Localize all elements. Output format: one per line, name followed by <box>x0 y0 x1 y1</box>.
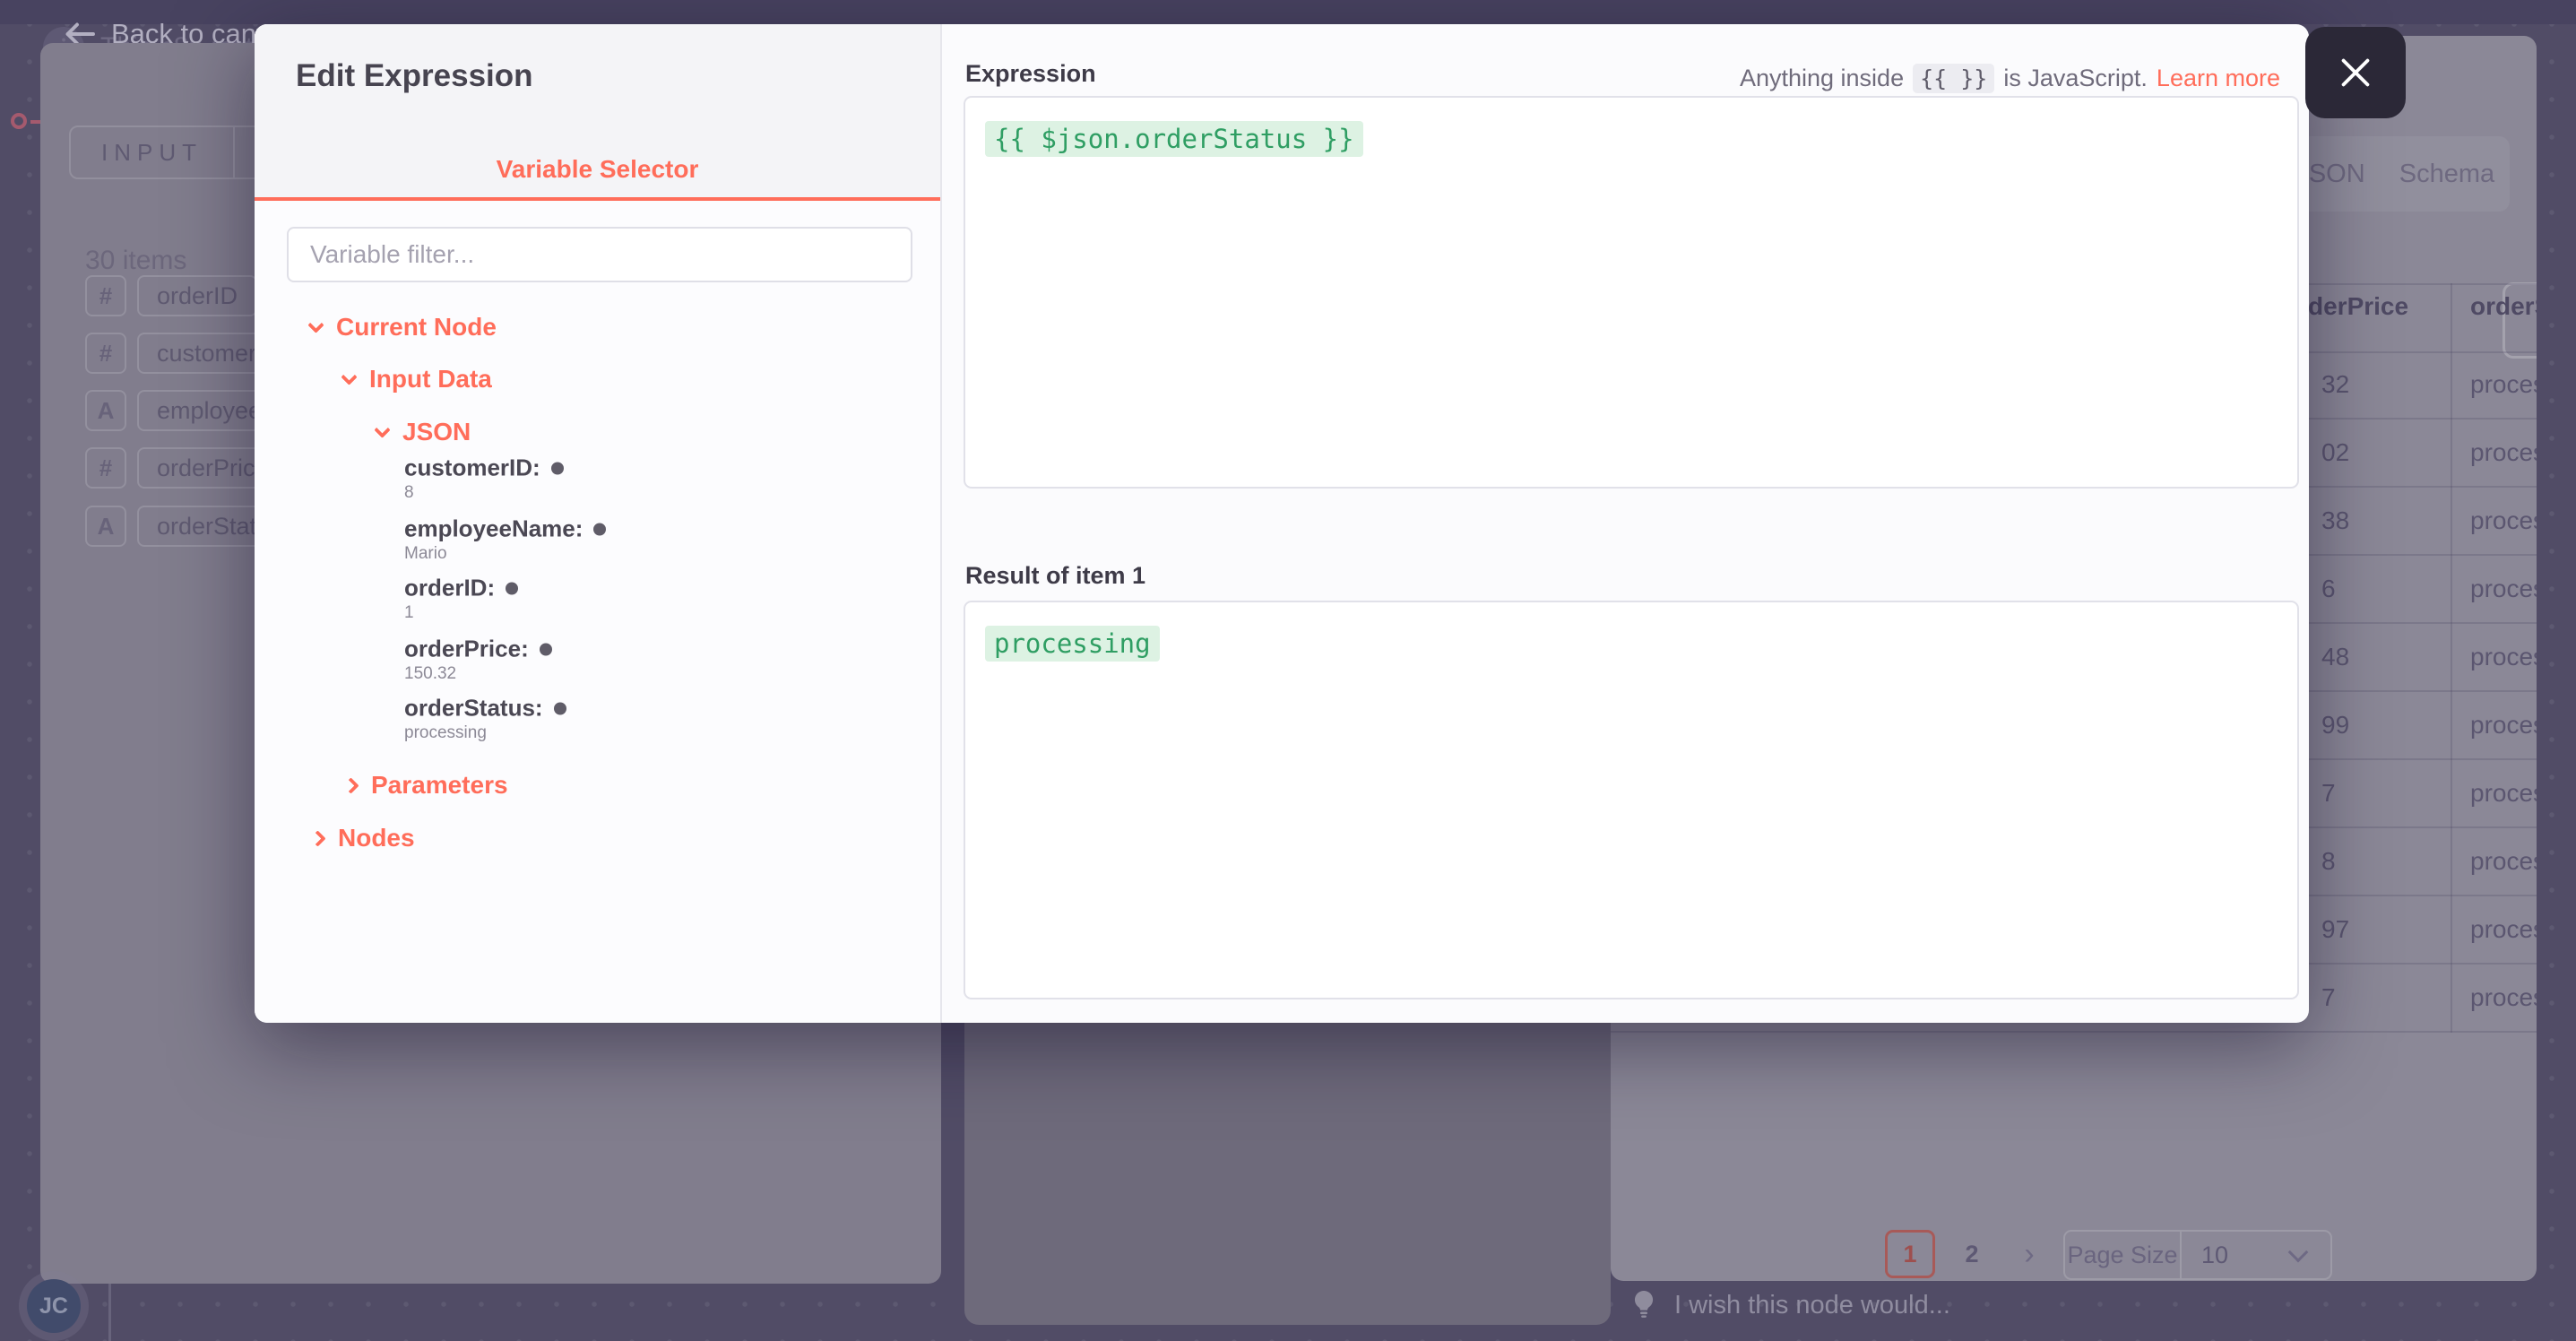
chevron-right-icon <box>309 830 325 846</box>
hint-suffix: is JavaScript. <box>2003 65 2148 92</box>
input-items-count: 30 items <box>85 246 186 276</box>
tree-var-value: 8 <box>404 483 414 503</box>
tree-var-orderstatus[interactable]: orderStatus: <box>404 695 566 722</box>
tree-var-value: processing <box>404 723 487 743</box>
cell-orderstatus: processing <box>2470 506 2537 535</box>
type-number-icon: # <box>85 275 126 316</box>
variable-filter-input[interactable] <box>287 227 912 282</box>
cell-orderprice: 38 <box>2321 506 2349 535</box>
cell-orderprice: 7 <box>2321 983 2336 1012</box>
tab-schema[interactable]: Schema <box>2389 136 2505 212</box>
tree-label: Parameters <box>371 771 508 800</box>
result-section-label: Result of item 1 <box>965 562 1145 590</box>
type-number-icon: # <box>85 333 126 374</box>
cell-orderstatus: processing <box>2470 847 2537 876</box>
tree-var-orderprice[interactable]: orderPrice: <box>404 636 552 663</box>
node-feedback-input[interactable]: I wish this node would... <box>1629 1289 1950 1321</box>
cell-orderprice: 48 <box>2321 643 2349 671</box>
tree-var-customerid[interactable]: customerID: <box>404 454 564 482</box>
cell-orderprice: 7 <box>2321 779 2336 808</box>
cell-orderstatus: processing <box>2470 438 2537 467</box>
modal-title: Edit Expression <box>296 58 533 94</box>
chevron-right-icon <box>342 777 359 793</box>
insert-variable-icon[interactable] <box>551 462 564 474</box>
app-screen: i This n8n instance is Back to canvas IN… <box>0 0 2576 1341</box>
cell-orderstatus: processing <box>2470 575 2537 603</box>
cell-orderprice: 02 <box>2321 438 2349 467</box>
type-number-icon: # <box>85 447 126 489</box>
tree-var-employeename[interactable]: employeeName: <box>404 515 606 543</box>
tree-node-json[interactable]: JSON <box>376 418 471 446</box>
insert-variable-icon[interactable] <box>506 582 518 594</box>
edit-expression-modal: Edit Expression Variable Selector Curren… <box>255 24 2309 1023</box>
hint-code-chip: {{ }} <box>1913 64 1994 93</box>
tab-input[interactable]: INPUT <box>71 127 235 177</box>
tree-node-input-data[interactable]: Input Data <box>343 365 492 394</box>
page-size-select[interactable]: Page Size 10 <box>2063 1230 2332 1280</box>
insert-variable-icon[interactable] <box>593 523 606 535</box>
expression-code[interactable]: {{ $json.orderStatus }} <box>985 121 1363 157</box>
expression-result-value: processing <box>985 626 1160 662</box>
pagination-page-1[interactable]: 1 <box>1885 1230 1935 1278</box>
cell-orderprice: 6 <box>2321 575 2336 603</box>
cell-orderstatus: processing <box>2470 983 2537 1012</box>
hint-prefix: Anything inside <box>1740 65 1904 92</box>
cell-orderstatus: processing <box>2470 915 2537 944</box>
tree-var-value: Mario <box>404 544 447 564</box>
type-string-icon: A <box>85 390 126 431</box>
learn-more-link[interactable]: Learn more <box>2157 65 2280 92</box>
tab-variable-selector[interactable]: Variable Selector <box>255 155 940 184</box>
page-size-label: Page Size <box>2065 1232 2182 1278</box>
tree-label: Current Node <box>336 313 497 342</box>
variable-selector-pane: Edit Expression Variable Selector Curren… <box>255 24 942 1023</box>
cell-orderprice: 97 <box>2321 915 2349 944</box>
cell-orderstatus: processing <box>2470 370 2537 399</box>
tree-label: Nodes <box>338 824 415 852</box>
column-header-orderstatus: orderStatus <box>2470 292 2537 321</box>
chevron-down-icon <box>341 368 357 385</box>
insert-variable-icon[interactable] <box>554 702 566 714</box>
top-strip <box>0 0 2576 24</box>
tree-node-nodes[interactable]: Nodes <box>312 824 415 852</box>
tree-label: JSON <box>402 418 471 446</box>
node-feedback-placeholder: I wish this node would... <box>1674 1291 1950 1320</box>
cell-orderstatus: processing <box>2470 643 2537 671</box>
expression-editor[interactable]: {{ $json.orderStatus }} <box>964 96 2299 489</box>
tab-active-underline <box>255 197 940 201</box>
cell-orderprice: 8 <box>2321 847 2336 876</box>
tree-var-value: 1 <box>404 603 414 623</box>
pagination-next-icon[interactable]: › <box>2007 1230 2052 1278</box>
cell-orderstatus: processing <box>2470 711 2537 740</box>
tree-var-value: 150.32 <box>404 664 456 684</box>
chevron-down-icon <box>374 421 390 437</box>
canvas-connection-line <box>108 1284 111 1341</box>
close-icon <box>2335 52 2376 93</box>
expression-result-box: processing <box>964 601 2299 999</box>
type-string-icon: A <box>85 506 126 547</box>
tree-node-parameters[interactable]: Parameters <box>345 771 508 800</box>
lightbulb-icon <box>1629 1289 1658 1321</box>
pagination-page-2[interactable]: 2 <box>1949 1230 1994 1278</box>
close-modal-button[interactable] <box>2305 27 2406 118</box>
chevron-down-icon <box>307 316 324 333</box>
cell-orderprice: 99 <box>2321 711 2349 740</box>
page-size-value: 10 <box>2182 1242 2291 1269</box>
expression-section-label: Expression <box>965 60 1096 88</box>
input-connector-icon <box>11 113 27 134</box>
tree-node-current-node[interactable]: Current Node <box>310 313 497 342</box>
expression-hint: Anything inside {{ }} is JavaScript. Lea… <box>1740 64 2280 93</box>
tree-label: Input Data <box>369 365 492 394</box>
insert-variable-icon[interactable] <box>540 643 552 655</box>
chevron-down-icon <box>2288 1242 2309 1263</box>
tree-var-orderid[interactable]: orderID: <box>404 575 518 602</box>
cell-orderprice: 32 <box>2321 370 2349 399</box>
schema-field-name: orderID <box>137 275 257 316</box>
avatar[interactable]: JC <box>27 1279 81 1333</box>
cell-orderstatus: processing <box>2470 779 2537 808</box>
